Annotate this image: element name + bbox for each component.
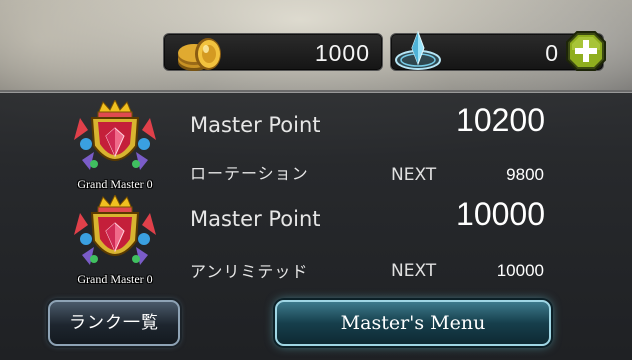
master-point-value-unlimited: 10000 [456, 196, 545, 232]
next-label-rotation: NEXT [391, 165, 437, 185]
emblem-rank-label: Grand Master 0 [77, 177, 153, 191]
format-label-unlimited: アンリミテッド [190, 262, 309, 281]
gold-currency-bar: 1000 [163, 33, 383, 71]
format-label-rotation: ローテーション [190, 164, 309, 183]
grand-master-emblem-unlimited: Grand Master 0 [70, 195, 160, 287]
crystal-amount: 0 [545, 40, 559, 66]
masters-menu-button[interactable]: Master's Menu [275, 300, 551, 346]
crown-shield-icon [74, 195, 156, 265]
grand-master-emblem-rotation: Grand Master 0 [70, 100, 160, 192]
crystal-orb-icon [395, 30, 441, 70]
plus-icon[interactable] [565, 30, 607, 72]
master-point-label-rotation: Master Point [190, 113, 321, 137]
gold-coin-icon [178, 38, 221, 71]
crown-shield-icon [74, 100, 156, 170]
master-point-value-rotation: 10200 [456, 102, 545, 138]
rank-list-button[interactable]: ランク一覧 [48, 300, 180, 346]
next-value-rotation: 9800 [506, 165, 544, 184]
next-value-unlimited: 10000 [496, 261, 544, 280]
master-point-label-unlimited: Master Point [190, 207, 321, 231]
next-label-unlimited: NEXT [391, 261, 437, 281]
gold-amount: 1000 [314, 40, 370, 66]
emblem-rank-label: Grand Master 0 [77, 272, 153, 286]
